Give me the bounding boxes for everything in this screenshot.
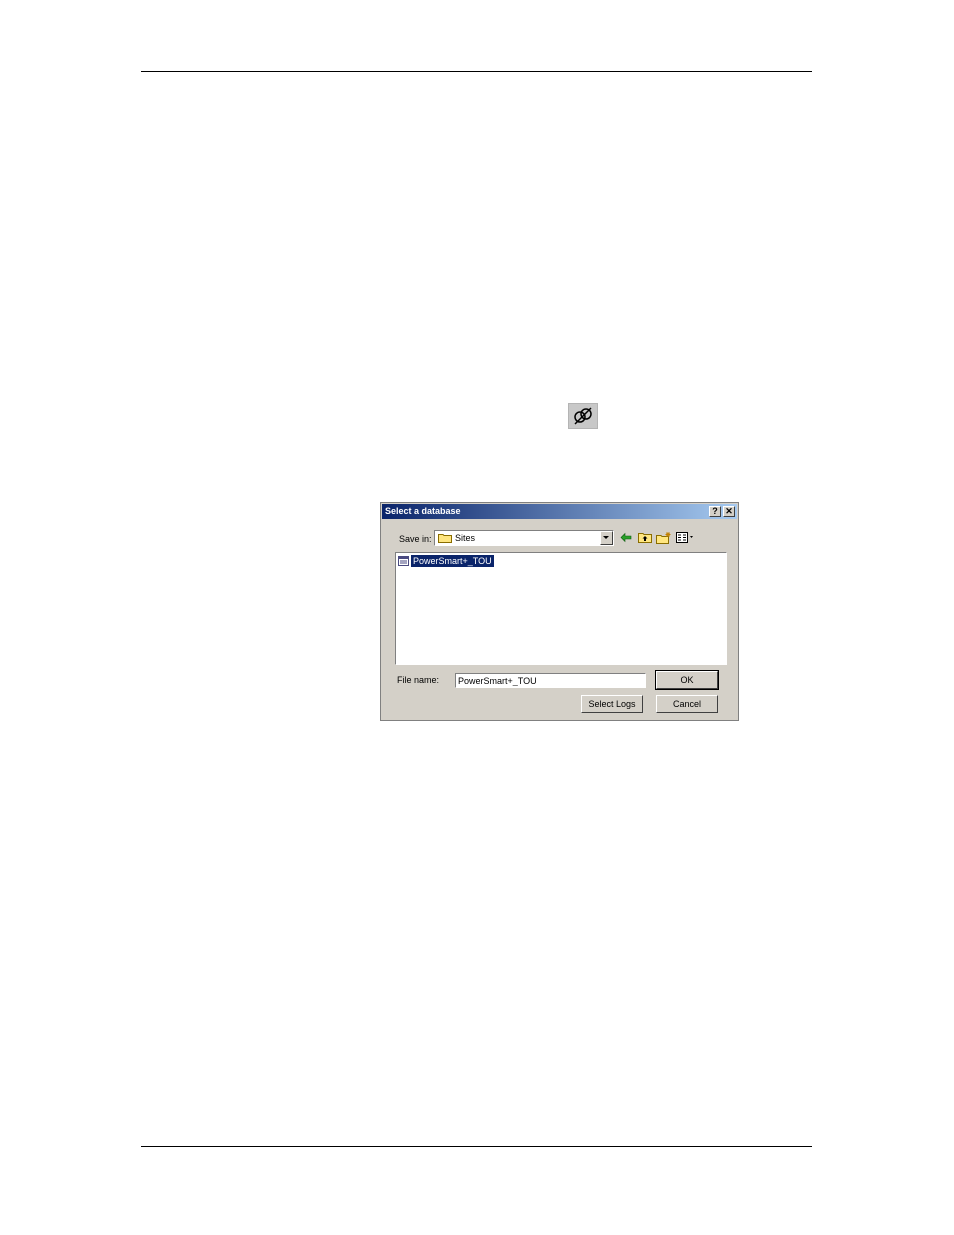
database-file-icon bbox=[398, 556, 409, 566]
cancel-button[interactable]: Cancel bbox=[656, 695, 718, 713]
view-menu-icon[interactable] bbox=[676, 532, 696, 543]
footer-rule bbox=[141, 1146, 812, 1147]
connect-icon[interactable] bbox=[568, 403, 598, 429]
save-in-combo[interactable]: Sites bbox=[434, 530, 614, 546]
close-button[interactable]: ✕ bbox=[723, 506, 735, 517]
help-button[interactable]: ? bbox=[709, 506, 721, 517]
up-folder-icon[interactable] bbox=[638, 532, 652, 543]
save-in-label: Save in: bbox=[399, 534, 432, 544]
file-name-field[interactable] bbox=[455, 673, 646, 688]
file-list[interactable]: PowerSmart+_TOU bbox=[395, 552, 727, 665]
back-arrow-icon[interactable] bbox=[620, 532, 632, 543]
file-name-label-text: File name: bbox=[397, 675, 440, 685]
save-in-value: Sites bbox=[455, 533, 476, 543]
dialog-titlebar[interactable]: Select a database ? ✕ bbox=[382, 504, 737, 519]
header-rule bbox=[141, 71, 812, 72]
chevron-down-icon[interactable] bbox=[600, 531, 613, 545]
folder-icon bbox=[438, 534, 452, 543]
file-name-label: PowerSmart+_TOU bbox=[411, 555, 494, 567]
new-folder-icon[interactable] bbox=[656, 532, 671, 544]
dialog-title: Select a database bbox=[385, 506, 461, 516]
select-logs-button[interactable]: Select Logs bbox=[581, 695, 643, 713]
select-database-dialog: Select a database ? ✕ Save in: Sites Pow… bbox=[380, 502, 739, 721]
ok-button[interactable]: OK bbox=[655, 670, 719, 690]
